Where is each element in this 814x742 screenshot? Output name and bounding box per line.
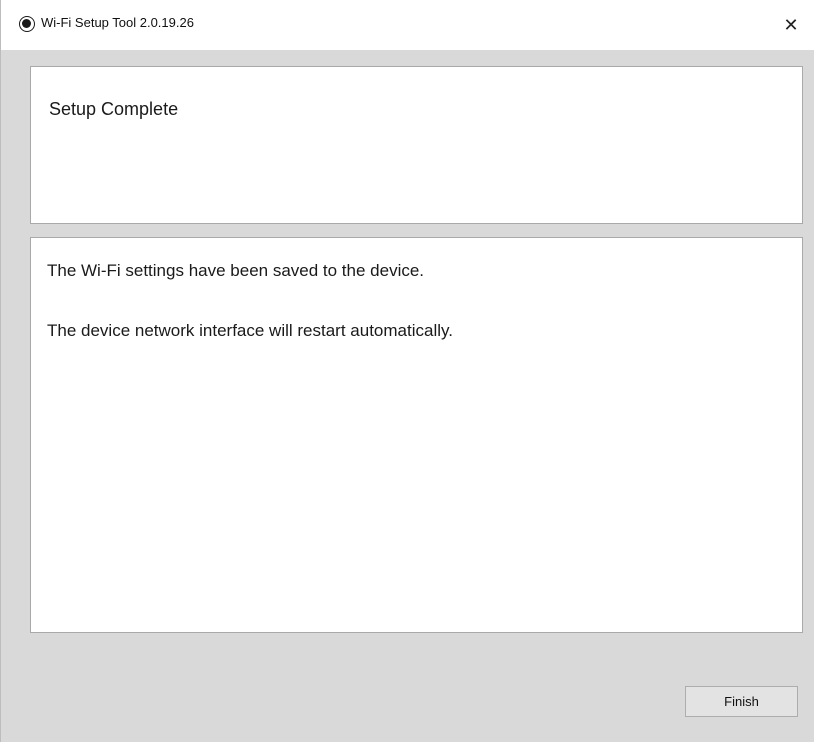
title-bar: Wi-Fi Setup Tool 2.0.19.26 ✕ <box>1 0 814 50</box>
close-icon: ✕ <box>783 14 799 35</box>
header-panel: Setup Complete <box>30 66 803 224</box>
close-button[interactable]: ✕ <box>768 0 814 50</box>
message-settings-saved: The Wi-Fi settings have been saved to th… <box>47 261 425 280</box>
message-interface-restart: The device network interface will restar… <box>47 321 453 340</box>
app-icon <box>19 16 35 32</box>
content-panel: The Wi-Fi settings have been saved to th… <box>30 237 803 633</box>
setup-window: Wi-Fi Setup Tool 2.0.19.26 ✕ Setup Compl… <box>0 0 814 742</box>
window-title: Wi-Fi Setup Tool 2.0.19.26 <box>41 15 194 30</box>
page-title: Setup Complete <box>49 99 179 119</box>
finish-button[interactable]: Finish <box>685 686 798 717</box>
